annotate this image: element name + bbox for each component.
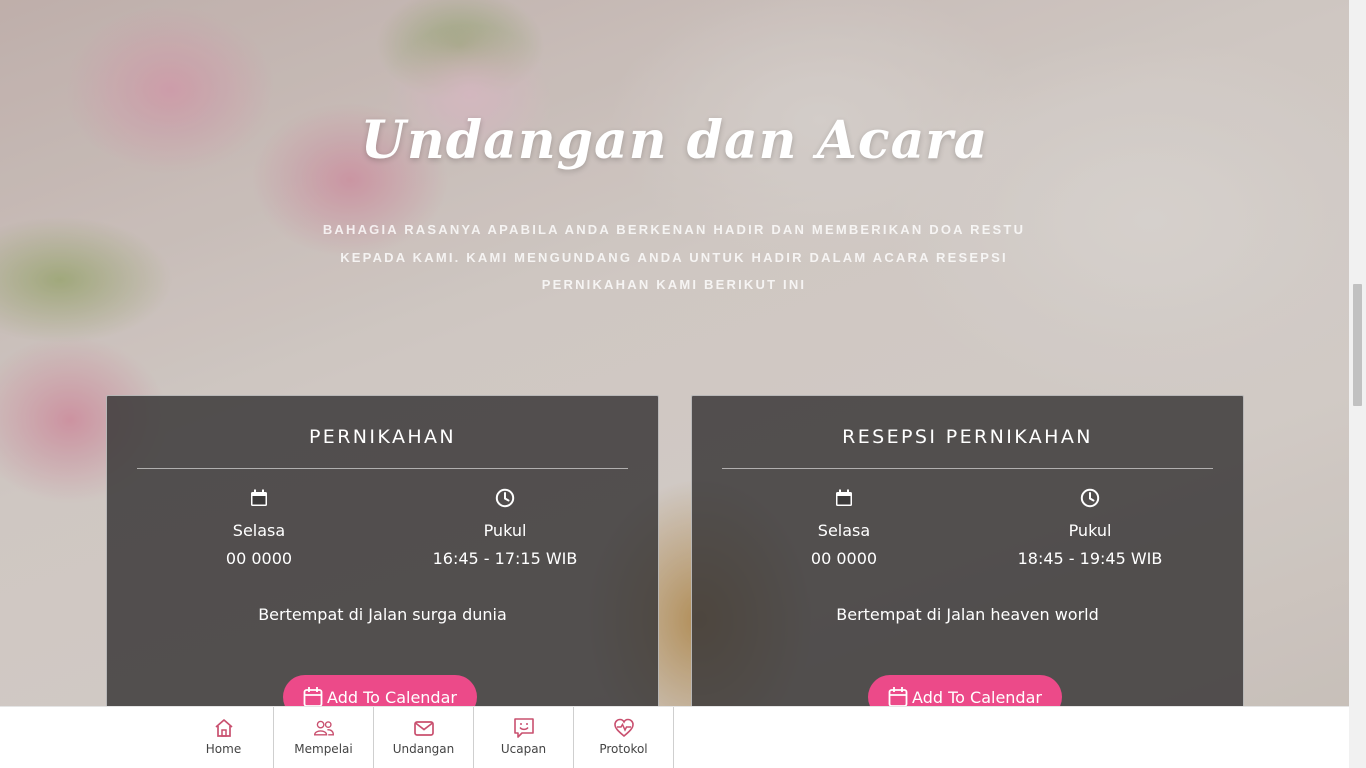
heart-pulse-icon xyxy=(574,717,673,739)
event-time-label: Pukul xyxy=(1068,521,1112,540)
nav-item-home[interactable]: Home xyxy=(174,707,274,768)
nav-label: Protokol xyxy=(599,742,648,756)
calendar-outline-icon xyxy=(303,687,323,707)
home-icon xyxy=(174,717,273,739)
envelope-icon xyxy=(374,717,473,739)
event-card-resepsi: RESEPSI PERNIKAHAN Selasa 00 0000 Pukul … xyxy=(691,395,1244,725)
event-time: 16:45 - 17:15 WIB xyxy=(432,549,578,568)
clock-icon xyxy=(990,488,1190,510)
section-title: Undangan dan Acara xyxy=(360,110,989,171)
event-card-pernikahan: PERNIKAHAN Selasa 00 0000 Pukul 16:45 - … xyxy=(106,395,659,725)
nav-item-undangan[interactable]: Undangan xyxy=(374,707,474,768)
nav-label: Home xyxy=(205,742,242,756)
nav-item-ucapan[interactable]: Ucapan xyxy=(474,707,574,768)
scrollbar-thumb[interactable] xyxy=(1353,284,1362,406)
event-date-block: Selasa 00 0000 xyxy=(744,488,944,568)
event-title: PERNIKAHAN xyxy=(308,426,457,448)
calendar-outline-icon xyxy=(888,687,908,707)
event-time-label: Pukul xyxy=(483,521,527,540)
event-date: 00 0000 xyxy=(810,549,878,568)
event-title: RESEPSI PERNIKAHAN xyxy=(842,426,1093,448)
nav-item-mempelai[interactable]: Mempelai xyxy=(274,707,374,768)
bottom-nav: Home Mempelai Undangan Ucapan Protokol xyxy=(0,706,1349,768)
event-day: Selasa xyxy=(817,521,871,540)
vertical-scrollbar[interactable] xyxy=(1349,0,1366,768)
calendar-icon xyxy=(159,488,359,510)
event-date-block: Selasa 00 0000 xyxy=(159,488,359,568)
add-to-calendar-label: Add To Calendar xyxy=(327,687,457,707)
event-time: 18:45 - 19:45 WIB xyxy=(1017,549,1163,568)
clock-icon xyxy=(405,488,605,510)
add-to-calendar-label: Add To Calendar xyxy=(912,687,1042,707)
nav-label: Ucapan xyxy=(500,742,547,756)
users-icon xyxy=(274,717,373,739)
calendar-icon xyxy=(744,488,944,510)
divider xyxy=(722,468,1213,469)
event-date: 00 0000 xyxy=(225,549,293,568)
event-day: Selasa xyxy=(232,521,286,540)
event-time-block: Pukul 18:45 - 19:45 WIB xyxy=(990,488,1190,568)
nav-label: Undangan xyxy=(392,742,455,756)
nav-item-protokol[interactable]: Protokol xyxy=(574,707,674,768)
divider xyxy=(137,468,628,469)
nav-label: Mempelai xyxy=(294,742,353,756)
event-venue: Bertempat di Jalan surga dunia xyxy=(258,605,507,624)
section-subtitle: Bahagia rasanya apabila Anda berkenan ha… xyxy=(322,222,1026,292)
chat-smile-icon xyxy=(474,717,573,739)
event-venue: Bertempat di Jalan heaven world xyxy=(836,605,1099,624)
event-time-block: Pukul 16:45 - 17:15 WIB xyxy=(405,488,605,568)
